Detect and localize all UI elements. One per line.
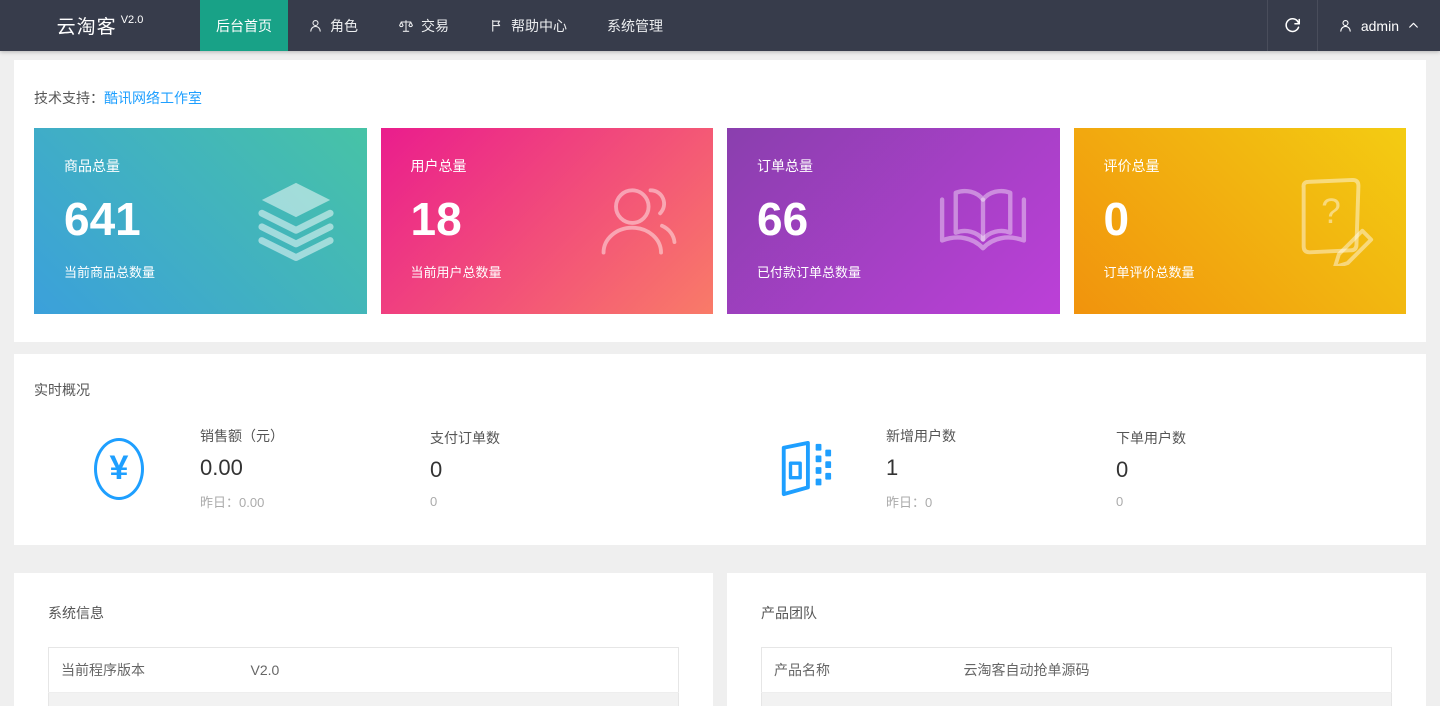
refresh-button[interactable]	[1267, 0, 1317, 51]
user-icon	[1338, 18, 1353, 33]
users-icon	[593, 178, 685, 264]
support-link[interactable]: 酷讯网络工作室	[104, 90, 202, 106]
table-row: 技术支持 酷讯网络工作室	[762, 693, 1392, 706]
table-row: 产品名称 云淘客自动抢单源码	[762, 648, 1392, 693]
person-icon	[308, 18, 323, 33]
support-label: 技术支持：	[34, 90, 104, 106]
realtime-panel: 实时概况 ¥ 销售额（元） 0.00 昨日：0.00 支付订单数 0 0	[14, 354, 1426, 545]
nav-item-label: 角色	[330, 16, 358, 36]
nav-item-label: 后台首页	[216, 16, 272, 36]
system-info-panel: 系统信息 当前程序版本 V2.0 运行PHP版本 7.0.19 ThinkPHP…	[14, 573, 713, 706]
yuan-circle-icon: ¥	[90, 438, 148, 500]
layers-icon	[253, 180, 339, 262]
stat-new-users: 新增用户数 1 昨日：0	[886, 426, 1064, 511]
logo-title: 云淘客	[57, 12, 117, 39]
user-menu[interactable]: admin	[1317, 0, 1440, 51]
stat-cards-row: 商品总量 641 当前商品总数量 用户总量 18 当前用户总数量	[34, 128, 1406, 314]
logo-version: V2.0	[121, 14, 144, 26]
row-label: 产品名称	[762, 648, 952, 693]
stat-sales: 销售额（元） 0.00 昨日：0.00	[200, 426, 378, 511]
nav-item-system-admin[interactable]: 系统管理	[587, 0, 683, 51]
flag-icon	[489, 18, 504, 33]
row-label: 运行PHP版本	[49, 693, 239, 706]
door-dashes-icon	[776, 438, 834, 500]
stat-label: 销售额（元）	[200, 426, 378, 446]
stat-card-users: 用户总量 18 当前用户总数量	[381, 128, 714, 314]
system-info-table: 当前程序版本 V2.0 运行PHP版本 7.0.19 ThinkPHP版本 5.…	[48, 647, 679, 706]
nav-item-label: 交易	[421, 16, 449, 36]
feedback-icon: ?	[1288, 176, 1378, 266]
stat-value: 0	[1116, 457, 1186, 483]
top-navbar: 云淘客 V2.0 后台首页 角色 交易	[0, 0, 1440, 51]
logo[interactable]: 云淘客 V2.0	[0, 0, 200, 51]
table-row: 当前程序版本 V2.0	[49, 648, 679, 693]
product-team-panel: 产品团队 产品名称 云淘客自动抢单源码 技术支持 酷讯网络工作室 产品说明 本产…	[727, 573, 1426, 706]
realtime-group-sales: ¥ 销售额（元） 0.00 昨日：0.00 支付订单数 0 0	[34, 426, 720, 511]
nav-item-trade[interactable]: 交易	[378, 0, 469, 51]
row-label: 技术支持	[762, 693, 952, 706]
nav-item-roles[interactable]: 角色	[288, 0, 378, 51]
stat-card-title: 评价总量	[1104, 156, 1377, 176]
stat-card-subtitle: 当前用户总数量	[411, 262, 684, 281]
navbar-spacer	[683, 0, 1267, 51]
open-book-icon	[934, 184, 1032, 258]
nav-item-label: 帮助中心	[511, 16, 567, 36]
nav-item-help-center[interactable]: 帮助中心	[469, 0, 587, 51]
row-label: 当前程序版本	[49, 648, 239, 693]
support-line: 技术支持：酷讯网络工作室	[34, 88, 1406, 108]
user-name: admin	[1361, 18, 1399, 34]
chevron-up-icon	[1407, 19, 1420, 32]
nav-item-label: 系统管理	[607, 16, 663, 36]
stat-value: 0	[430, 457, 500, 483]
question-glyph: ?	[1321, 192, 1341, 231]
stat-card-subtitle: 当前商品总数量	[64, 262, 337, 281]
product-team-table: 产品名称 云淘客自动抢单源码 技术支持 酷讯网络工作室 产品说明 本产品只为学习…	[761, 647, 1392, 706]
stat-card-reviews: 评价总量 0 订单评价总数量 ?	[1074, 128, 1407, 314]
nav-item-dashboard[interactable]: 后台首页	[200, 0, 288, 51]
stat-paid-orders: 支付订单数 0 0	[430, 428, 500, 509]
overview-panel: 技术支持：酷讯网络工作室 商品总量 641 当前商品总数量 用户总量	[14, 60, 1426, 342]
stat-value: 1	[886, 455, 1064, 481]
main-content: 技术支持：酷讯网络工作室 商品总量 641 当前商品总数量 用户总量	[14, 60, 1426, 706]
stat-card-title: 订单总量	[757, 156, 1030, 176]
stat-value: 0.00	[200, 455, 378, 481]
stat-label: 下单用户数	[1116, 428, 1186, 448]
system-info-title: 系统信息	[48, 603, 693, 623]
scales-icon	[398, 18, 414, 34]
bottom-row: 系统信息 当前程序版本 V2.0 运行PHP版本 7.0.19 ThinkPHP…	[14, 573, 1426, 706]
stat-ordering-users: 下单用户数 0 0	[1116, 428, 1186, 509]
row-value: V2.0	[239, 648, 679, 693]
stat-card-subtitle: 已付款订单总数量	[757, 262, 1030, 281]
stat-card-orders: 订单总量 66 已付款订单总数量	[727, 128, 1060, 314]
realtime-body: ¥ 销售额（元） 0.00 昨日：0.00 支付订单数 0 0	[34, 426, 1406, 511]
stat-card-title: 商品总量	[64, 156, 337, 176]
stat-sub: 昨日：0	[886, 492, 1064, 511]
realtime-title: 实时概况	[34, 380, 1406, 400]
row-value: 云淘客自动抢单源码	[952, 648, 1392, 693]
stat-label: 新增用户数	[886, 426, 1064, 446]
table-row: 运行PHP版本 7.0.19	[49, 693, 679, 706]
stat-sub: 0	[1116, 494, 1186, 509]
stat-card-products: 商品总量 641 当前商品总数量	[34, 128, 367, 314]
product-team-title: 产品团队	[761, 603, 1406, 623]
yuan-glyph: ¥	[110, 449, 129, 488]
stat-sub: 昨日：0.00	[200, 492, 378, 511]
stat-card-title: 用户总量	[411, 156, 684, 176]
refresh-icon	[1284, 17, 1301, 34]
realtime-group-users: 新增用户数 1 昨日：0 下单用户数 0 0	[720, 426, 1406, 511]
stat-sub: 0	[430, 494, 500, 509]
stat-label: 支付订单数	[430, 428, 500, 448]
row-value: 7.0.19	[239, 693, 679, 706]
main-nav: 后台首页 角色 交易 帮	[200, 0, 683, 51]
